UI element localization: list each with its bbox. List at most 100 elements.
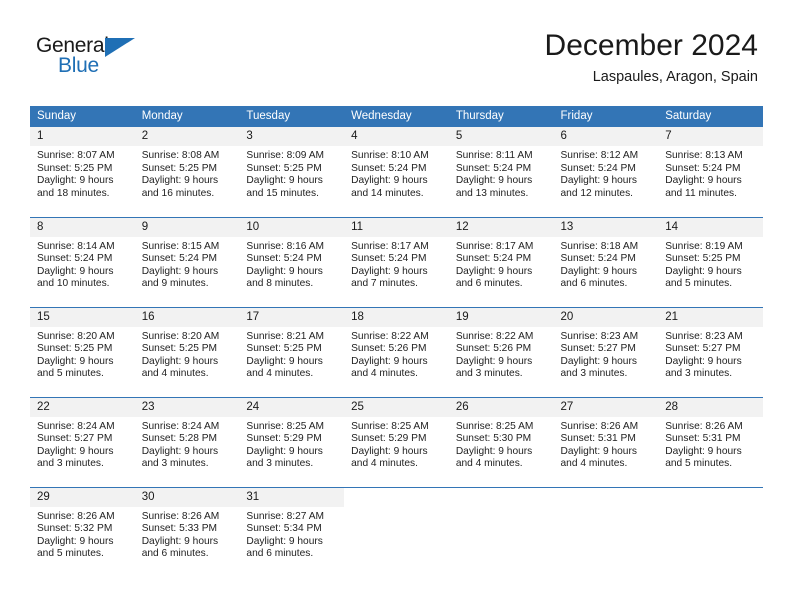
daylight-text-line1: Daylight: 9 hours: [560, 445, 637, 457]
sunset-text: Sunset: 5:27 PM: [560, 343, 636, 355]
day-details: Sunrise: 8:16 AM Sunset: 5:24 PM Daylight:…: [239, 237, 344, 291]
day-cell[interactable]: 26 Sunrise: 8:25 AM Sunset: 5:30 PM Dayligh…: [448, 396, 554, 487]
day-cell[interactable]: 5 Sunrise: 8:11 AM Sunset: 5:24 PM Daylight…: [448, 127, 554, 217]
sunset-text: Sunset: 5:27 PM: [37, 433, 113, 445]
day-cell[interactable]: 31 Sunrise: 8:27 AM Sunset: 5:34 PM Dayligh…: [239, 486, 345, 577]
day-cell-empty: [344, 486, 449, 577]
daylight-text-line2: and 3 minutes.: [455, 368, 523, 380]
daylight-text-line1: Daylight: 9 hours: [37, 175, 114, 187]
daylight-text-line1: Daylight: 9 hours: [37, 355, 114, 367]
day-number: 18: [344, 307, 449, 327]
day-cell[interactable]: 19 Sunrise: 8:22 AM Sunset: 5:26 PM Dayligh…: [448, 306, 554, 397]
daylight-text-line1: Daylight: 9 hours: [455, 355, 533, 367]
sunset-text: Sunset: 5:24 PM: [665, 162, 741, 174]
day-details: Sunrise: 8:26 AM Sunset: 5:32 PM Daylight:…: [30, 507, 135, 561]
day-number: 25: [344, 397, 449, 417]
sunrise-text: Sunrise: 8:25 AM: [351, 420, 429, 432]
day-cell[interactable]: 25 Sunrise: 8:25 AM Sunset: 5:29 PM Dayligh…: [344, 396, 449, 487]
day-details: Sunrise: 8:12 AM Sunset: 5:24 PM Daylight:…: [554, 146, 659, 200]
daylight-text-line1: Daylight: 9 hours: [665, 175, 742, 187]
day-cell[interactable]: 23 Sunrise: 8:24 AM Sunset: 5:28 PM Dayligh…: [134, 396, 240, 487]
day-number: 28: [658, 397, 763, 417]
day-cell[interactable]: 14 Sunrise: 8:19 AM Sunset: 5:25 PM Dayligh…: [658, 216, 763, 307]
day-cell[interactable]: 17 Sunrise: 8:21 AM Sunset: 5:25 PM Dayligh…: [239, 306, 345, 397]
day-cell[interactable]: 21 Sunrise: 8:23 AM Sunset: 5:27 PM Dayligh…: [658, 306, 763, 397]
sunset-text: Sunset: 5:25 PM: [37, 162, 113, 174]
day-cell[interactable]: 29 Sunrise: 8:26 AM Sunset: 5:32 PM Dayligh…: [30, 486, 135, 577]
day-number: 4: [344, 127, 449, 146]
daylight-text-line1: Daylight: 9 hours: [351, 355, 428, 367]
sunrise-text: Sunrise: 8:22 AM: [351, 330, 429, 342]
sunrise-text: Sunrise: 8:26 AM: [560, 420, 639, 432]
daylight-text-line1: Daylight: 9 hours: [560, 265, 637, 277]
day-cell-empty: [448, 486, 554, 577]
daylight-text-line1: Daylight: 9 hours: [560, 355, 637, 367]
daylight-text-line2: and 9 minutes.: [141, 278, 209, 290]
day-cell[interactable]: 9 Sunrise: 8:15 AM Sunset: 5:24 PM Daylight…: [134, 216, 240, 307]
day-cell[interactable]: 20 Sunrise: 8:23 AM Sunset: 5:27 PM Dayligh…: [553, 306, 659, 397]
general-blue-logo[interactable]: General Blue: [36, 34, 156, 80]
day-cell[interactable]: 2 Sunrise: 8:08 AM Sunset: 5:25 PM Daylight…: [134, 127, 240, 217]
day-cell[interactable]: 13 Sunrise: 8:18 AM Sunset: 5:24 PM Dayligh…: [553, 216, 659, 307]
day-cell[interactable]: 6 Sunrise: 8:12 AM Sunset: 5:24 PM Daylight…: [553, 127, 659, 217]
sunset-text: Sunset: 5:24 PM: [37, 253, 113, 265]
day-cell[interactable]: 4 Sunrise: 8:10 AM Sunset: 5:24 PM Daylight…: [344, 127, 449, 217]
weekday-header-sunday: Sunday: [30, 106, 135, 127]
day-details: Sunrise: 8:11 AM Sunset: 5:24 PM Daylight:…: [449, 146, 554, 200]
day-cell[interactable]: 8 Sunrise: 8:14 AM Sunset: 5:24 PM Daylight…: [30, 216, 135, 307]
day-number: 23: [134, 397, 240, 417]
day-cell[interactable]: 24 Sunrise: 8:25 AM Sunset: 5:29 PM Dayligh…: [239, 396, 345, 487]
sunrise-text: Sunrise: 8:20 AM: [37, 330, 115, 342]
day-cell[interactable]: 16 Sunrise: 8:20 AM Sunset: 5:25 PM Dayligh…: [134, 306, 240, 397]
weekday-header-saturday: Saturday: [658, 106, 763, 127]
day-cell[interactable]: 28 Sunrise: 8:26 AM Sunset: 5:31 PM Dayligh…: [658, 396, 763, 487]
day-number: 10: [239, 217, 345, 237]
sunset-text: Sunset: 5:29 PM: [246, 433, 322, 445]
week-row: 15 Sunrise: 8:20 AM Sunset: 5:25 PM Dayligh…: [30, 306, 763, 397]
daylight-text-line1: Daylight: 9 hours: [37, 265, 114, 277]
daylight-text-line1: Daylight: 9 hours: [246, 355, 323, 367]
day-cell[interactable]: 18 Sunrise: 8:22 AM Sunset: 5:26 PM Dayligh…: [344, 306, 449, 397]
day-details: Sunrise: 8:13 AM Sunset: 5:24 PM Daylight:…: [658, 146, 763, 200]
daylight-text-line2: and 5 minutes.: [37, 548, 104, 560]
day-cell[interactable]: 30 Sunrise: 8:26 AM Sunset: 5:33 PM Dayligh…: [134, 486, 240, 577]
day-cell[interactable]: 12 Sunrise: 8:17 AM Sunset: 5:24 PM Dayligh…: [448, 216, 554, 307]
sunset-text: Sunset: 5:25 PM: [141, 162, 218, 174]
day-number: 2: [134, 127, 240, 146]
daylight-text-line1: Daylight: 9 hours: [455, 175, 533, 187]
weekday-header-tuesday: Tuesday: [239, 106, 345, 127]
day-cell[interactable]: 10 Sunrise: 8:16 AM Sunset: 5:24 PM Dayligh…: [239, 216, 345, 307]
calendar-page: General Blue December 2024 Laspaules, Ar…: [0, 0, 792, 612]
daylight-text-line1: Daylight: 9 hours: [351, 445, 428, 457]
daylight-text-line1: Daylight: 9 hours: [37, 445, 114, 457]
sunrise-text: Sunrise: 8:13 AM: [665, 150, 743, 161]
day-details: Sunrise: 8:27 AM Sunset: 5:34 PM Daylight:…: [239, 507, 344, 561]
sunset-text: Sunset: 5:24 PM: [351, 162, 427, 174]
daylight-text-line2: and 4 minutes.: [560, 458, 628, 470]
location-subtitle: Laspaules, Aragon, Spain: [592, 69, 758, 85]
weekday-header-thursday: Thursday: [448, 106, 554, 127]
day-cell[interactable]: 15 Sunrise: 8:20 AM Sunset: 5:25 PM Dayligh…: [30, 306, 135, 397]
day-cell[interactable]: 22 Sunrise: 8:24 AM Sunset: 5:27 PM Dayligh…: [30, 396, 135, 487]
daylight-text-line1: Daylight: 9 hours: [246, 175, 323, 187]
sunrise-text: Sunrise: 8:25 AM: [246, 420, 324, 432]
day-number: 30: [134, 487, 240, 507]
day-cell[interactable]: 1 Sunrise: 8:07 AM Sunset: 5:25 PM Daylight…: [30, 127, 135, 217]
day-cell[interactable]: 11 Sunrise: 8:17 AM Sunset: 5:24 PM Dayligh…: [344, 216, 449, 307]
day-number: 29: [30, 487, 135, 507]
week-row: 1 Sunrise: 8:07 AM Sunset: 5:25 PM Daylight…: [30, 127, 763, 217]
day-cell[interactable]: 27 Sunrise: 8:26 AM Sunset: 5:31 PM Dayligh…: [553, 396, 659, 487]
sunset-text: Sunset: 5:26 PM: [455, 343, 532, 355]
sunset-text: Sunset: 5:31 PM: [560, 433, 636, 445]
sunset-text: Sunset: 5:24 PM: [351, 253, 427, 265]
day-details: Sunrise: 8:21 AM Sunset: 5:25 PM Daylight:…: [239, 327, 344, 381]
weekday-header-wednesday: Wednesday: [344, 106, 449, 127]
day-cell[interactable]: 7 Sunrise: 8:13 AM Sunset: 5:24 PM Daylight…: [658, 127, 763, 217]
page-title: December 2024: [544, 29, 758, 62]
weekday-header-monday: Monday: [134, 106, 240, 127]
day-number: 15: [30, 307, 135, 327]
day-details: Sunrise: 8:15 AM Sunset: 5:24 PM Daylight:…: [135, 237, 240, 291]
week-row: 22 Sunrise: 8:24 AM Sunset: 5:27 PM Dayligh…: [30, 396, 763, 487]
day-cell[interactable]: 3 Sunrise: 8:09 AM Sunset: 5:25 PM Daylight…: [239, 127, 345, 217]
day-details: Sunrise: 8:20 AM Sunset: 5:25 PM Daylight:…: [135, 327, 240, 381]
